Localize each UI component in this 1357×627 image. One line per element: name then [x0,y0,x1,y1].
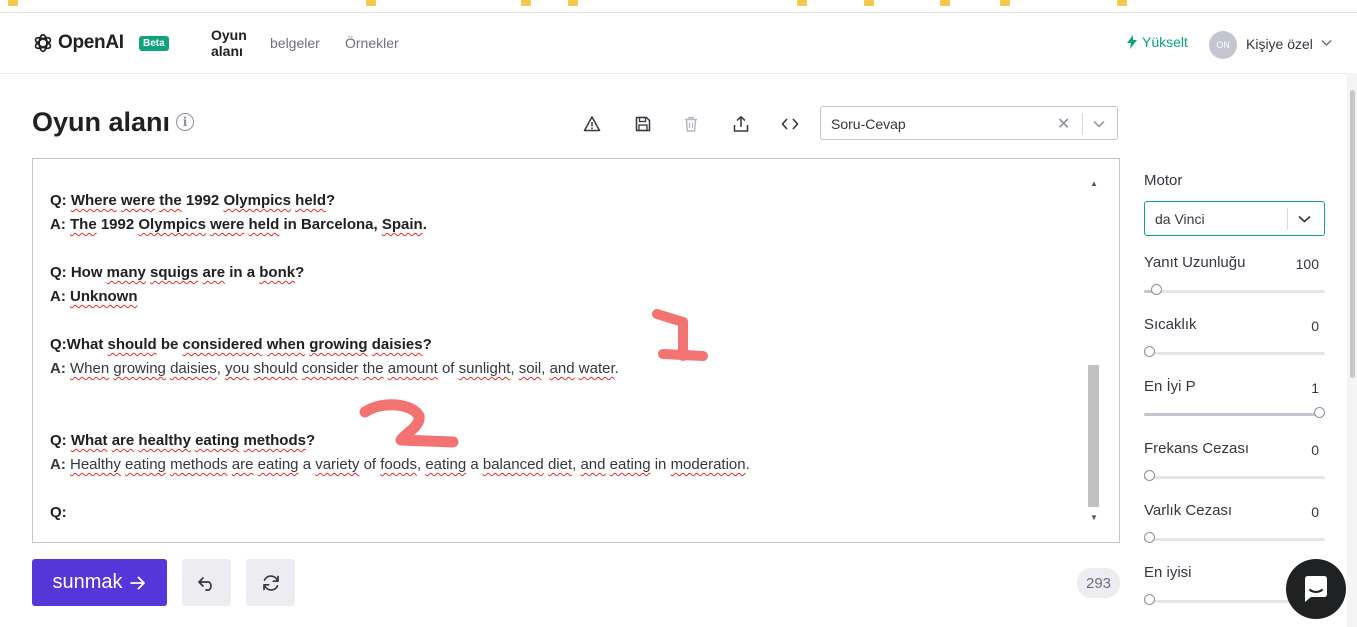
submit-button[interactable]: sunmak [32,559,167,606]
page-scroll-thumb[interactable] [1350,90,1355,378]
share-button[interactable] [731,114,751,134]
annotation-number-1 [652,309,708,361]
share-icon [733,116,749,132]
page-title: Oyun alanı [32,107,171,137]
warning-button[interactable] [582,114,602,134]
chevron-down-icon[interactable] [1321,39,1332,47]
nav-item-playground[interactable]: Oyun alanı [211,27,251,59]
bookmark-folder-icon[interactable] [940,0,950,6]
bookmark-folder-icon[interactable] [864,0,874,6]
upgrade-link[interactable]: Yükselt [1126,34,1188,50]
annotation-number-2 [359,399,459,448]
param-value-frequency-penalty[interactable]: 0 [1290,442,1319,458]
bookmark-folder-icon[interactable] [568,0,578,6]
slider-thumb[interactable] [1314,407,1325,418]
submit-label: sunmak [52,571,123,593]
undo-button[interactable] [182,559,231,606]
param-label-best-of: En iyisi [1144,564,1192,581]
editor-line: Q: Where were the 1992 Olympics held? [50,192,336,209]
slider-thumb[interactable] [1144,346,1155,357]
user-menu-label[interactable]: Kişiye özel [1246,36,1313,52]
param-label-frequency-penalty: Frekans Cezası [1144,440,1250,457]
slider-top-p[interactable] [1144,407,1325,418]
arrow-right-icon [129,576,145,589]
engine-value: da Vinci [1155,211,1205,227]
warning-icon [583,116,601,132]
slider-thumb[interactable] [1144,470,1155,481]
top-nav: OpenAI Beta Oyun alanı belgeler Örnekler… [0,13,1357,74]
editor-line: A: The 1992 Olympics were held in Barcel… [50,216,427,233]
param-value-response-length[interactable]: 100 [1290,256,1319,272]
openai-logo[interactable]: OpenAI [32,32,124,54]
editor-scroll-thumb[interactable] [1088,365,1099,507]
preset-value: Soru-Cevap [831,116,906,132]
page-scrollbar[interactable] [1347,73,1357,627]
editor-line: Q: [50,504,67,521]
param-label-response-length: Yanıt Uzunluğu [1144,254,1246,271]
nav-item-docs[interactable]: belgeler [270,35,320,51]
upgrade-label: Yükselt [1142,34,1188,50]
slider-frequency-penalty[interactable] [1144,470,1325,481]
param-value-temperature[interactable]: 0 [1290,318,1319,334]
engine-divider [1287,208,1288,230]
token-count-badge: 293 [1077,568,1120,598]
bookmarks-bar [0,0,1357,13]
param-label-presence-penalty: Varlık Cezası [1144,502,1233,519]
preset-select[interactable]: Soru-Cevap ✕ [820,106,1118,140]
editor-line: Q: How many squigs are in a bonk? [50,264,305,281]
code-icon [781,118,799,130]
lightning-icon [1127,35,1137,49]
slider-temperature[interactable] [1144,346,1325,357]
logo-text: OpenAI [58,32,124,53]
slider-thumb[interactable] [1150,284,1162,295]
nav-item-examples[interactable]: Örnekler [345,35,399,51]
clear-icon[interactable]: ✕ [1057,114,1070,134]
slider-presence-penalty[interactable] [1144,532,1325,543]
slider-thumb[interactable] [1144,532,1155,543]
chat-support-button[interactable] [1286,559,1346,619]
preset-divider [1082,113,1083,135]
param-value-top-p[interactable]: 1 [1290,380,1319,396]
engine-select[interactable]: da Vinci [1144,201,1325,236]
delete-button[interactable] [681,114,701,134]
bookmark-folder-icon[interactable] [1000,0,1010,6]
engine-label: Motor [1144,172,1183,189]
bookmark-folder-icon[interactable] [1117,0,1127,6]
save-button[interactable] [633,114,653,134]
trash-icon [685,116,697,132]
regenerate-button[interactable] [246,559,295,606]
chevron-down-icon[interactable] [1298,215,1311,223]
bookmark-folder-icon[interactable] [797,0,807,6]
slider-thumb[interactable] [1144,594,1155,605]
param-label-top-p: En İyi P [1144,378,1196,395]
bookmark-folder-icon[interactable] [521,0,531,6]
chat-icon [1305,576,1327,602]
scroll-down-icon[interactable]: ▼ [1090,513,1098,522]
save-icon [635,116,651,132]
bookmark-folder-icon[interactable] [366,0,376,6]
refresh-icon [262,574,279,591]
scroll-up-icon[interactable]: ▲ [1090,179,1098,188]
prompt-editor[interactable]: Q: Where were the 1992 Olympics held? A:… [32,158,1120,543]
bookmark-folder-icon[interactable] [8,0,18,6]
info-icon[interactable]: i [176,113,194,131]
code-button[interactable] [780,114,800,134]
param-label-temperature: Sıcaklık [1144,316,1197,333]
undo-icon [197,576,212,591]
avatar[interactable]: ON [1209,31,1237,59]
openai-logo-icon [34,33,52,53]
editor-scrollbar[interactable]: ▲ ▼ [1086,177,1100,525]
slider-response-length[interactable] [1144,284,1325,295]
chevron-down-icon[interactable] [1093,120,1105,128]
slider-fill [1144,413,1319,416]
beta-badge: Beta [139,36,169,51]
param-value-presence-penalty[interactable]: 0 [1290,504,1319,520]
